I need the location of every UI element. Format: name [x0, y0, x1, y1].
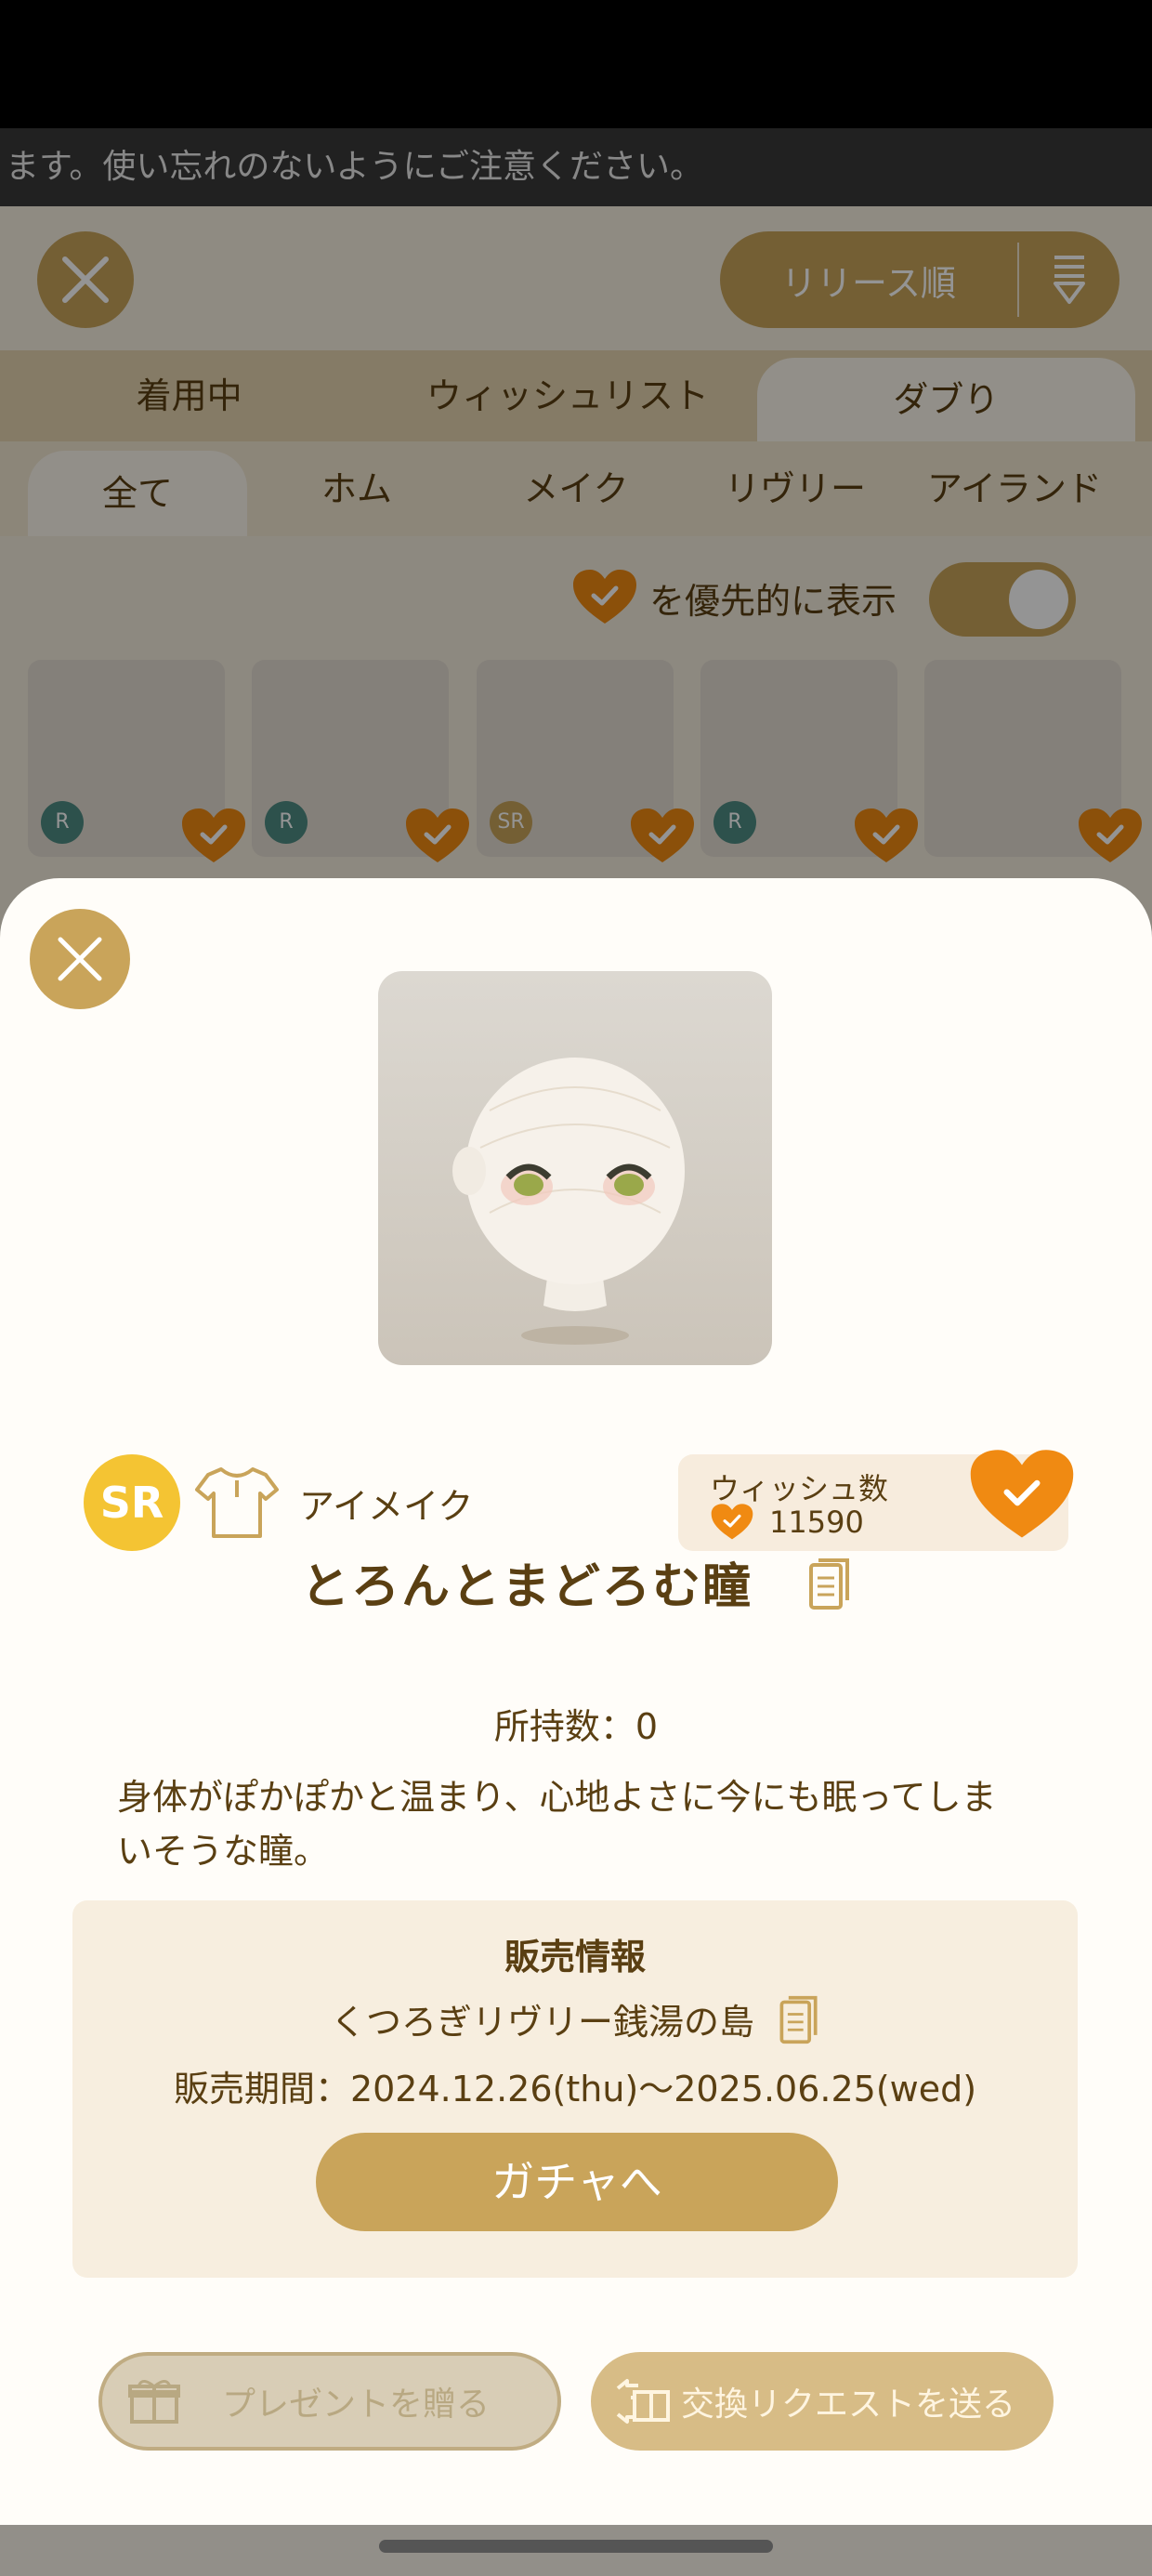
wishlist-heart-button[interactable]	[966, 1447, 1078, 1544]
wish-count-value: 11590	[769, 1505, 864, 1540]
send-gift-button[interactable]: プレゼントを贈る	[98, 2352, 561, 2451]
copy-icon[interactable]	[779, 1995, 819, 2054]
go-to-gacha-button[interactable]: ガチャへ	[316, 2133, 838, 2231]
sale-place: くつろぎリヴリー銭湯の島	[72, 1993, 1078, 2054]
trade-request-button[interactable]: 交換リクエストを送る	[591, 2352, 1054, 2451]
exchange-icon	[609, 2377, 676, 2425]
copy-icon[interactable]	[808, 1557, 851, 1623]
gift-icon	[121, 2377, 188, 2425]
wish-count: 11590	[710, 1503, 864, 1542]
rarity-badge: SR	[84, 1454, 180, 1551]
doll-head-illustration	[452, 1058, 685, 1345]
send-gift-label: プレゼントを贈る	[221, 2385, 490, 2424]
home-indicator[interactable]	[379, 2540, 773, 2553]
item-preview-image	[378, 971, 772, 1365]
close-icon	[58, 937, 102, 981]
owned-count: 所持数：0	[493, 1706, 659, 1747]
item-meta: SR アイメイク	[84, 1454, 473, 1551]
heart-check-icon	[711, 1504, 753, 1540]
item-name: とろんとまどろむ瞳	[0, 1547, 1152, 1623]
status-bar	[0, 0, 1152, 128]
item-detail-sheet: SR アイメイク ウィッシュ数 11590 とろんとまどろむ瞳 所持数：0 身体…	[0, 878, 1152, 2525]
clothing-icon	[195, 1467, 279, 1538]
sale-period: 販売期間：2024.12.26(thu)〜2025.06.25(wed)	[173, 2069, 977, 2109]
trade-request-label: 交換リクエストを送る	[680, 2385, 1015, 2424]
item-name-text: とろんとまどろむ瞳	[300, 1559, 753, 1615]
category-label: アイメイク	[299, 1485, 474, 1527]
item-description: 身体がぽかぽかと温まり、心地よさに今にも眠ってしまいそうな瞳。	[117, 1777, 997, 1872]
sale-info-box: 販売情報 くつろぎリヴリー銭湯の島 販売期間：2024.12.26(thu)〜2…	[72, 1900, 1078, 2278]
sale-info-title: 販売情報	[504, 1937, 646, 1978]
detail-close-button[interactable]	[30, 909, 130, 1009]
sale-place-text: くつろぎリヴリー銭湯の島	[330, 2002, 754, 2043]
